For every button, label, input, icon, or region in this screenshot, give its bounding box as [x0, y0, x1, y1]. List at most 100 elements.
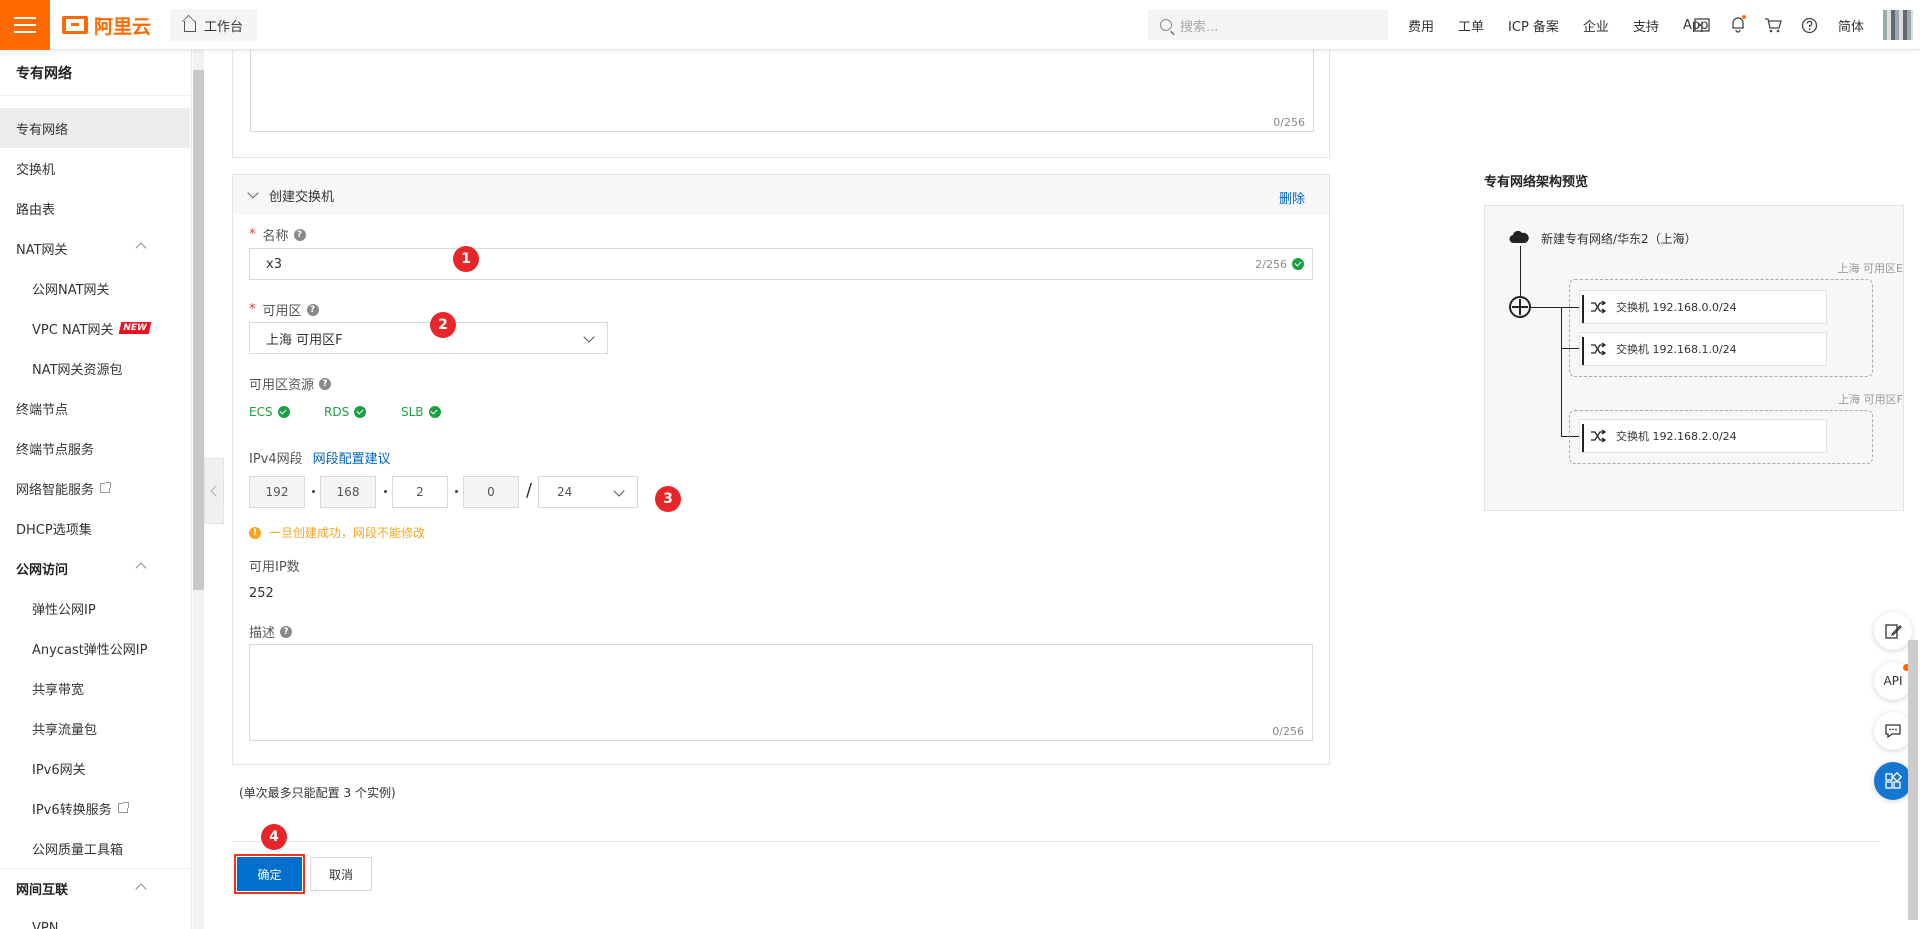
- link-support[interactable]: 支持: [1633, 16, 1659, 35]
- connector-line: [1520, 246, 1521, 296]
- preview-vpc-label: 新建专有网络/华东2（上海）: [1541, 232, 1697, 246]
- vpc-description-textarea[interactable]: 0/256: [250, 50, 1314, 132]
- zone-f-label: 上海 可用区F: [1838, 393, 1903, 406]
- desc-textarea[interactable]: 0/256: [249, 644, 1313, 741]
- sidebar-item-public-nat[interactable]: 公网NAT网关: [0, 268, 191, 308]
- new-badge: NEW: [118, 322, 151, 334]
- sidebar-item-label: VPC NAT网关: [32, 322, 114, 338]
- sidebar-item-data-transfer[interactable]: 共享流量包: [0, 708, 191, 748]
- step-marker-3: 3: [655, 486, 681, 512]
- sidebar-item-eip[interactable]: 弹性公网IP: [0, 588, 191, 628]
- api-button[interactable]: API: [1874, 662, 1912, 700]
- sidebar-item-label: 路由表: [16, 202, 56, 218]
- search-input[interactable]: 搜索...: [1148, 10, 1388, 40]
- sidebar-item-nat-gateway[interactable]: NAT网关: [0, 228, 191, 268]
- logo[interactable]: 阿里云: [62, 13, 151, 38]
- delete-link[interactable]: 删除: [1279, 188, 1305, 207]
- sidebar-item-label: 弹性公网IP: [32, 602, 96, 618]
- edit-icon[interactable]: [1874, 612, 1912, 650]
- switch-bar: [1582, 424, 1584, 452]
- sidebar-item-route-table[interactable]: 路由表: [0, 188, 191, 228]
- cidr-warning: ! 一旦创建成功，网段不能修改: [249, 524, 425, 541]
- sidebar-item-label: 共享带宽: [32, 682, 85, 698]
- sidebar-item-label: 终端节点: [16, 402, 69, 418]
- sidebar-item-label: IPv6网关: [32, 762, 86, 778]
- sidebar-item-quality-toolbox[interactable]: 公网质量工具箱: [0, 828, 191, 868]
- help-icon[interactable]: [1800, 16, 1818, 34]
- sidebar-collapse-handle[interactable]: [204, 458, 224, 524]
- cart-icon[interactable]: [1764, 16, 1782, 34]
- sidebar-item-shared-bandwidth[interactable]: 共享带宽: [0, 668, 191, 708]
- sidebar-item-network-intelligence[interactable]: 网络智能服务: [0, 468, 191, 508]
- terminal-icon[interactable]: [1693, 16, 1711, 34]
- sidebar-item-nat-package[interactable]: NAT网关资源包: [0, 348, 191, 388]
- lang-label: 简体: [1838, 19, 1865, 35]
- ip-octet-2: 168: [320, 476, 376, 508]
- ip-mask-select[interactable]: 24: [538, 476, 638, 508]
- link-tickets[interactable]: 工单: [1458, 16, 1484, 35]
- sidebar-item-label: DHCP选项集: [16, 522, 92, 538]
- link-fees[interactable]: 费用: [1408, 16, 1434, 35]
- desc-label: 描述?: [249, 622, 293, 641]
- sidebar-item-vswitch[interactable]: 交换机: [0, 148, 191, 188]
- ip-mask-value: 24: [557, 485, 573, 499]
- workbench-button[interactable]: 工作台: [170, 9, 258, 41]
- name-counter: 2/256: [1255, 258, 1304, 271]
- sidebar-item-dhcp[interactable]: DHCP选项集: [0, 508, 191, 548]
- cidr-advice-link[interactable]: 网段配置建议: [313, 448, 391, 467]
- step-marker-2: 2: [430, 312, 456, 338]
- sidebar-item-vpc[interactable]: 专有网络: [0, 108, 190, 148]
- chevron-down-icon: [247, 187, 259, 199]
- link-icp[interactable]: ICP 备案: [1508, 16, 1559, 35]
- sidebar-item-ipv6-translation[interactable]: IPv6转换服务: [0, 788, 191, 828]
- sidebar-item-label: VPN: [32, 920, 59, 929]
- main-form: 0/256 创建交换机 删除 * 名称? x3 2/256 * 可用区? 上海 可用…: [232, 50, 1880, 929]
- section-title: 创建交换机: [269, 189, 335, 205]
- help-icon[interactable]: ?: [280, 625, 293, 638]
- sidebar-item-endpoint-service[interactable]: 终端节点服务: [0, 428, 191, 468]
- preview-switch-2: 交换机 192.168.1.0/24: [1579, 332, 1827, 366]
- sidebar-item-label: IPv6转换服务: [32, 802, 112, 818]
- step-marker-4: 4: [261, 824, 287, 850]
- char-counter: 0/256: [1272, 725, 1304, 738]
- sidebar-scrollbar[interactable]: [193, 70, 204, 590]
- help-icon[interactable]: ?: [306, 303, 319, 316]
- sidebar-item-ipv6-gateway[interactable]: IPv6网关: [0, 748, 191, 788]
- sidebar-group-interconnect[interactable]: 网间互联: [0, 868, 191, 908]
- zone-select[interactable]: 上海 可用区F: [249, 322, 608, 354]
- ip-octet-3-input[interactable]: 2: [392, 476, 448, 508]
- chevron-down-icon: [583, 331, 595, 343]
- link-enterprise[interactable]: 企业: [1583, 16, 1609, 35]
- sidebar-group-public-access[interactable]: 公网访问: [0, 548, 191, 588]
- check-circle-icon: [428, 406, 441, 418]
- check-circle-icon: [354, 406, 367, 418]
- sidebar-item-vpn[interactable]: VPN: [0, 908, 191, 929]
- sidebar-item-endpoint[interactable]: 终端节点: [0, 388, 191, 428]
- sidebar-item-label: 终端节点服务: [16, 442, 95, 458]
- check-circle-icon: [1292, 258, 1304, 270]
- preview-switch-1: 交换机 192.168.0.0/24: [1579, 290, 1827, 324]
- sidebar-item-label: 交换机: [16, 162, 56, 178]
- confirm-button[interactable]: 确定: [234, 854, 305, 894]
- lang-switch[interactable]: 简体: [1838, 0, 1888, 50]
- architecture-preview: 新建专有网络/华东2（上海） 上海 可用区E 交换机 192.168.0.0/2…: [1484, 205, 1904, 511]
- ip-dot: [312, 490, 315, 493]
- section-header[interactable]: 创建交换机 删除: [233, 175, 1329, 215]
- cancel-button[interactable]: 取消: [310, 857, 372, 891]
- chat-icon[interactable]: [1874, 712, 1912, 750]
- sidebar-item-label: 公网NAT网关: [32, 282, 110, 298]
- sidebar-item-label: 共享流量包: [32, 722, 98, 738]
- step-marker-1: 1: [453, 246, 479, 272]
- connector-line: [1561, 307, 1562, 437]
- help-icon[interactable]: ?: [319, 377, 332, 390]
- sidebar-item-anycast-eip[interactable]: Anycast弹性公网IP: [0, 628, 191, 668]
- page-scrollbar[interactable]: [1908, 640, 1918, 920]
- menu-icon[interactable]: [0, 0, 50, 50]
- name-input[interactable]: x3 2/256: [249, 248, 1313, 280]
- avatar[interactable]: [1883, 10, 1913, 40]
- apps-icon[interactable]: [1874, 762, 1912, 800]
- sidebar-item-vpc-nat[interactable]: VPC NAT网关 NEW: [0, 308, 191, 348]
- sidebar-item-label: 专有网络: [16, 122, 69, 138]
- bell-icon[interactable]: [1729, 15, 1747, 33]
- help-icon[interactable]: ?: [293, 228, 306, 241]
